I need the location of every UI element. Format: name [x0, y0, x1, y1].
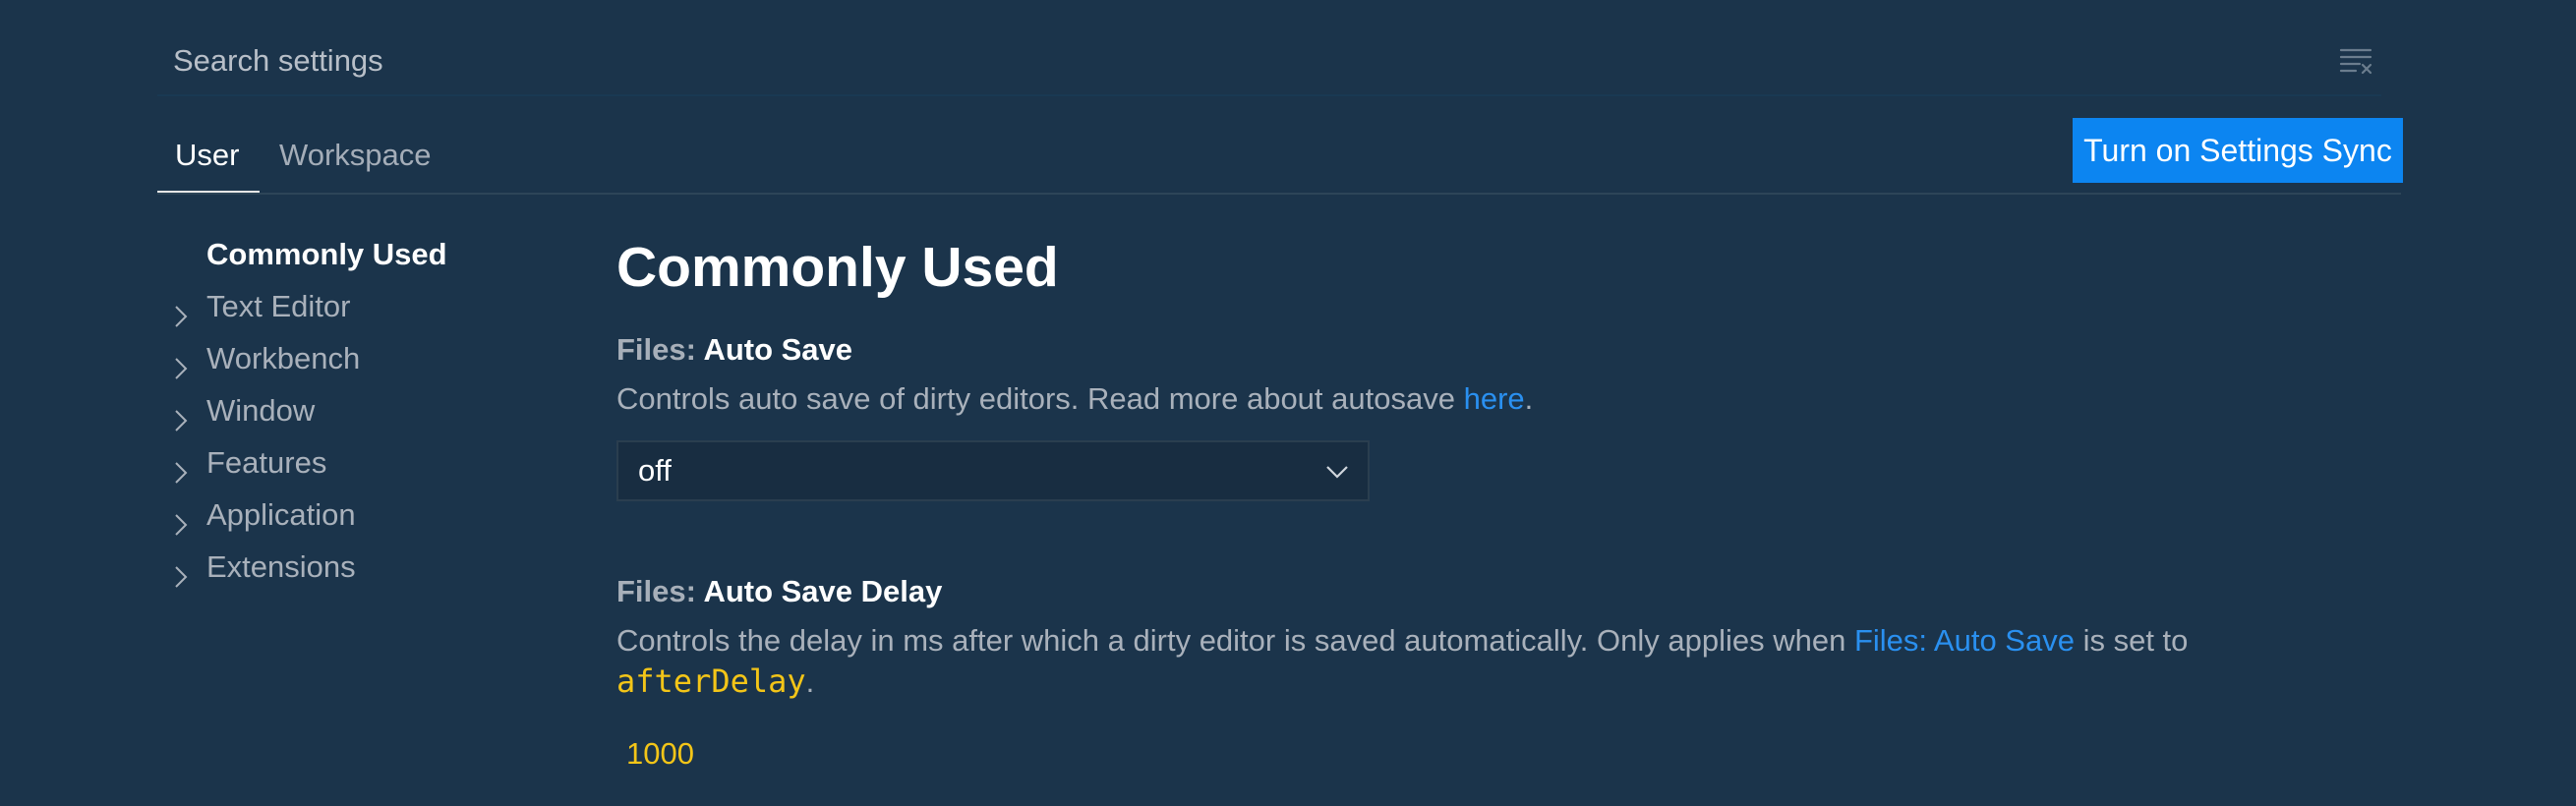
description-text: Controls auto save of dirty editors. Rea… [616, 381, 1464, 416]
setting-category: Files: [616, 574, 704, 608]
toc-item-label: Features [206, 445, 327, 480]
toc-item-label: Application [206, 497, 356, 532]
auto-save-delay-input[interactable] [616, 727, 921, 780]
chevron-right-icon [169, 449, 193, 484]
setting-name: Auto Save [703, 332, 853, 367]
setting-title-auto-save: Files: Auto Save [616, 332, 852, 368]
autosave-docs-link[interactable]: here [1464, 381, 1525, 416]
chevron-right-icon [169, 293, 193, 327]
files-auto-save-setting-link[interactable]: Files: Auto Save [1854, 623, 2075, 658]
description-text: Controls the delay in ms after which a d… [616, 623, 1854, 658]
auto-save-select-value: off [638, 453, 672, 488]
section-title: Commonly Used [616, 236, 1059, 299]
toc-item-application[interactable]: Application [157, 489, 551, 541]
toc-item-extensions[interactable]: Extensions [157, 541, 551, 593]
search-input[interactable] [171, 35, 2240, 86]
setting-name: Auto Save Delay [703, 574, 943, 608]
toc-item-label: Window [206, 393, 316, 428]
toc-item-label: Workbench [206, 341, 361, 375]
auto-save-select[interactable]: off [616, 440, 1370, 501]
toc-item-label: Extensions [206, 549, 356, 584]
setting-description-auto-save-delay: Controls the delay in ms after which a d… [616, 623, 2188, 659]
tab-user[interactable]: User [175, 118, 239, 193]
toc-item-workbench[interactable]: Workbench [157, 332, 551, 384]
description-text: . [1524, 381, 1534, 416]
chevron-right-icon [169, 345, 193, 379]
settings-editor: User Workspace Turn on Settings Sync Com… [0, 0, 2576, 806]
toc-item-label: Text Editor [206, 289, 351, 323]
chevron-down-icon [1324, 460, 1350, 482]
description-text: . [805, 664, 815, 699]
chevron-right-icon [169, 501, 193, 536]
setting-description-auto-save-delay-line2: afterDelay. [616, 662, 814, 700]
toc-item-window[interactable]: Window [157, 384, 551, 436]
setting-category: Files: [616, 332, 704, 367]
search-bar [157, 26, 2381, 96]
tabs-divider [157, 193, 2401, 195]
tab-workspace[interactable]: Workspace [279, 118, 432, 193]
settings-toc: Commonly Used Text Editor Workbench Wind… [157, 228, 551, 593]
setting-description-auto-save: Controls auto save of dirty editors. Rea… [616, 381, 1533, 417]
turn-on-settings-sync-button[interactable]: Turn on Settings Sync [2073, 118, 2403, 183]
toc-item-commonly-used[interactable]: Commonly Used [157, 228, 551, 280]
description-text: is set to [2074, 623, 2189, 658]
chevron-right-icon [169, 553, 193, 588]
setting-title-auto-save-delay: Files: Auto Save Delay [616, 574, 942, 609]
chevron-right-icon [169, 397, 193, 432]
after-delay-code: afterDelay [616, 662, 806, 700]
toc-item-features[interactable]: Features [157, 436, 551, 489]
clear-filter-icon[interactable] [2336, 41, 2375, 81]
toc-item-label: Commonly Used [206, 237, 447, 271]
toc-item-text-editor[interactable]: Text Editor [157, 280, 551, 332]
